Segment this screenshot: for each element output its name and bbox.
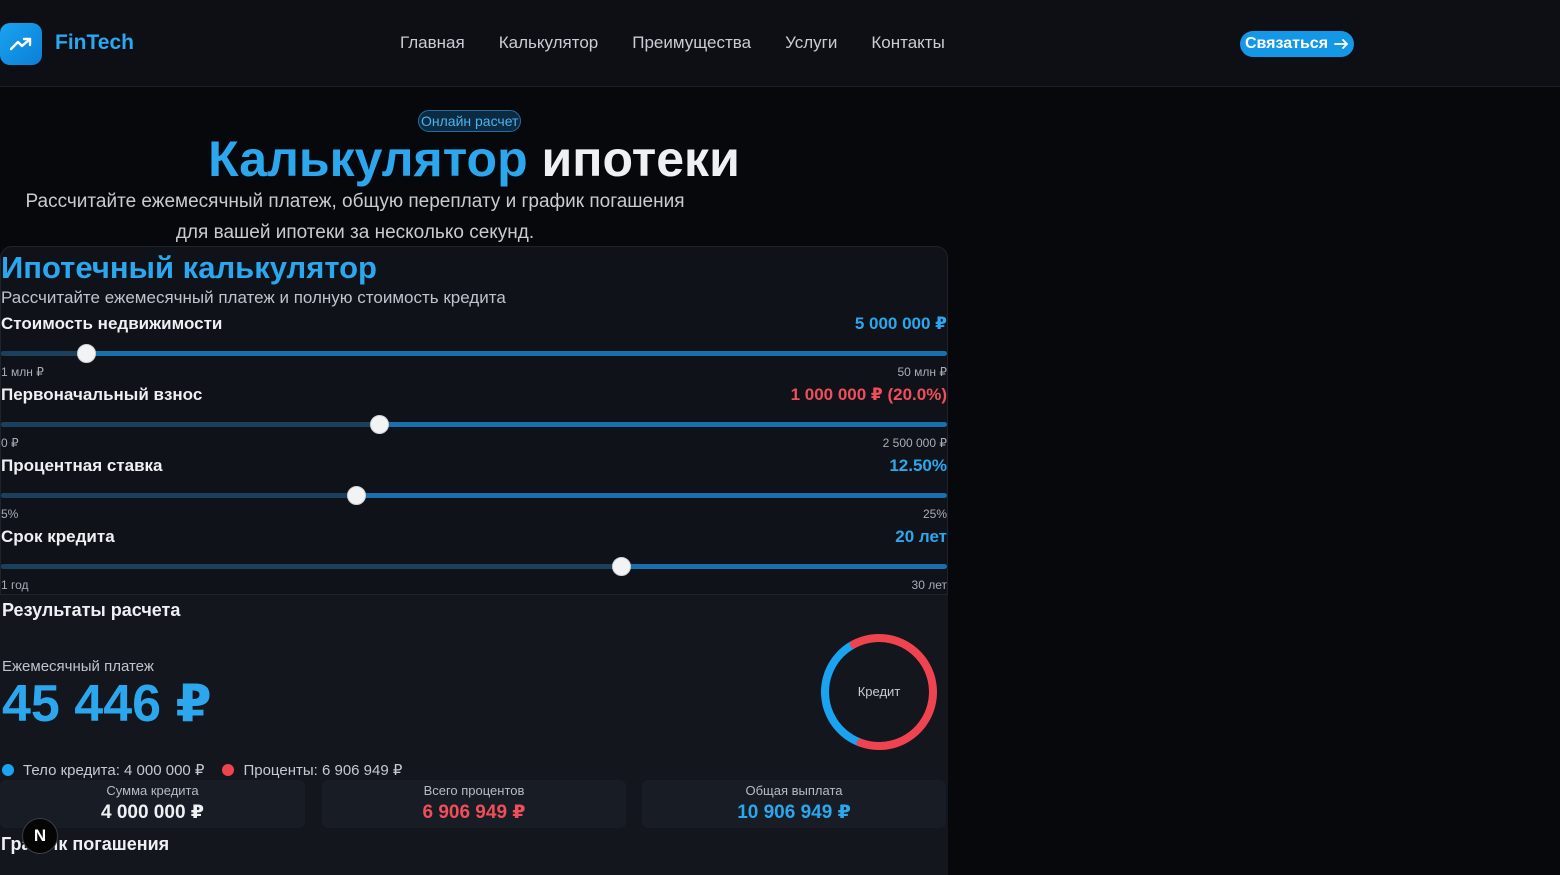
interest-rate-slider-fill: [1, 493, 356, 498]
stat-total-interest: Всего процентов 6 906 949 ₽: [322, 780, 626, 828]
logo-icon[interactable]: [0, 23, 42, 65]
property-price-min: 1 млн ₽: [1, 365, 44, 379]
loan-term-slider-thumb[interactable]: [611, 557, 631, 576]
nav-link-services[interactable]: Услуги: [785, 33, 837, 53]
page-title: Калькулятор ипотеки: [0, 130, 948, 188]
stat-total-interest-value: 6 906 949 ₽: [422, 802, 526, 823]
trending-up-icon: [10, 37, 32, 51]
page-subtitle: Рассчитайте ежемесячный платеж, общую пе…: [0, 186, 710, 248]
loan-term-max: 30 лет: [911, 578, 947, 592]
legend-label-interest: Проценты: 6 906 949 ₽: [243, 762, 403, 779]
online-badge: Онлайн расчет: [418, 110, 522, 132]
property-price-slider-fill: [1, 351, 87, 356]
interest-rate-min: 5%: [1, 507, 19, 521]
monthly-payment-label: Ежемесячный платеж: [2, 658, 154, 675]
property-price-max: 50 млн ₽: [897, 365, 947, 379]
loan-term-slider[interactable]: [1, 557, 947, 576]
results-panel: [0, 594, 948, 875]
site-header: FinTech Главная Калькулятор Преимущества…: [0, 0, 1560, 87]
payment-legend: Тело кредита: 4 000 000 ₽ Проценты: 6 90…: [2, 761, 420, 779]
nav-link-advantages[interactable]: Преимущества: [632, 33, 751, 53]
loan-term-label: Срок кредита: [1, 527, 115, 546]
nav-link-calculator[interactable]: Калькулятор: [499, 33, 599, 53]
main-nav: Главная Калькулятор Преимущества Услуги …: [400, 33, 945, 53]
brand-name[interactable]: FinTech: [55, 31, 134, 55]
down-payment-value: 1 000 000 ₽ (20.0%): [790, 385, 947, 404]
nav-link-contacts[interactable]: Контакты: [871, 33, 944, 53]
nav-link-home[interactable]: Главная: [400, 33, 465, 53]
loan-term-slider-fill: [1, 564, 621, 569]
down-payment-label: Первоначальный взнос: [1, 385, 203, 404]
interest-rate-label: Процентная ставка: [1, 456, 163, 475]
arrow-right-icon: [1334, 39, 1348, 49]
down-payment-slider[interactable]: [1, 415, 947, 434]
legend-dot-principal: [2, 764, 14, 776]
page-title-highlight: Калькулятор: [208, 131, 528, 187]
property-price-slider[interactable]: [1, 344, 947, 363]
down-payment-min: 0 ₽: [1, 436, 19, 450]
donut-center-label: Кредит: [857, 684, 901, 699]
page-title-rest: ипотеки: [527, 131, 740, 187]
property-price-label: Стоимость недвижимости: [1, 314, 223, 333]
nextjs-dev-badge[interactable]: N: [22, 818, 58, 854]
interest-rate-max: 25%: [922, 507, 947, 521]
legend-dot-interest: [222, 764, 235, 776]
property-price-value: 5 000 000 ₽: [854, 314, 947, 333]
stat-total-payment: Общая выплата 10 906 949 ₽: [642, 780, 946, 828]
legend-label-principal: Тело кредита: 4 000 000 ₽: [23, 762, 205, 779]
property-price-slider-thumb[interactable]: [77, 344, 97, 363]
interest-rate-slider-thumb[interactable]: [346, 486, 366, 505]
page-subtitle-line2: для вашей ипотеки за несколько секунд.: [175, 222, 535, 243]
loan-term-min: 1 год: [1, 578, 29, 592]
stat-loan-amount-label: Сумма кредита: [106, 783, 199, 798]
page-subtitle-line1: Рассчитайте ежемесячный платеж, общую пе…: [25, 191, 685, 212]
interest-rate-slider[interactable]: [1, 486, 947, 505]
legend-item-principal: Тело кредита: 4 000 000 ₽: [2, 761, 204, 779]
legend-item-interest: Проценты: 6 906 949 ₽: [222, 761, 402, 779]
stat-total-payment-value: 10 906 949 ₽: [737, 802, 851, 823]
loan-term-value: 20 лет: [895, 527, 947, 546]
results-title: Результаты расчета: [2, 600, 181, 620]
contact-button[interactable]: Связаться: [1240, 31, 1354, 57]
down-payment-max: 2 500 000 ₽: [882, 436, 947, 450]
calculator-title: Ипотечный калькулятор: [1, 250, 377, 285]
interest-rate-value: 12.50%: [889, 456, 947, 475]
down-payment-slider-fill: [1, 422, 380, 427]
contact-button-label: Связаться: [1244, 35, 1329, 52]
monthly-payment-value: 45 446 ₽: [2, 675, 212, 733]
stat-total-interest-label: Всего процентов: [423, 783, 525, 798]
stat-total-payment-label: Общая выплата: [745, 783, 843, 798]
calculator-subtitle: Рассчитайте ежемесячный платеж и полную …: [1, 288, 506, 307]
